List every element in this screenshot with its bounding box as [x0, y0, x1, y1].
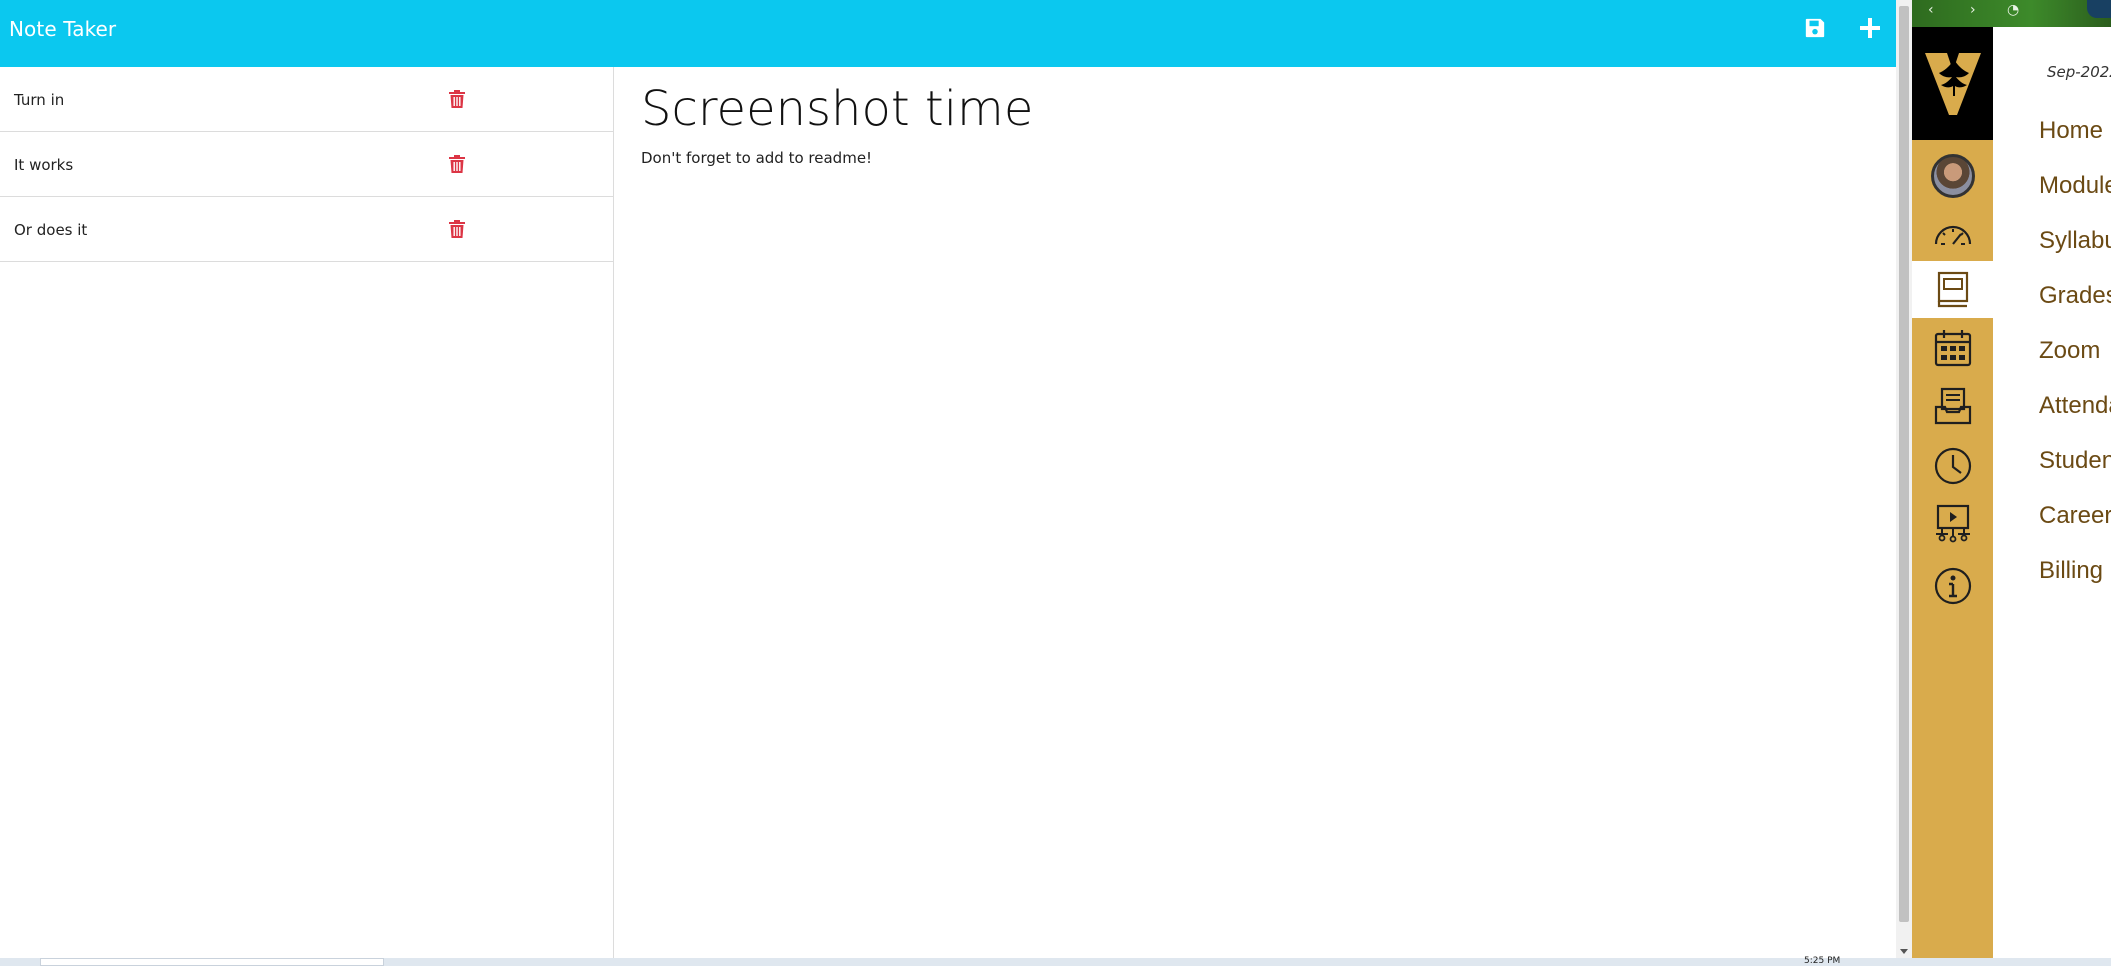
account-avatar[interactable] — [1912, 147, 1993, 204]
course-term: Sep-2022 — [2047, 63, 2111, 81]
course-link-attendance[interactable]: Attendance — [2039, 392, 2111, 420]
course-link-home[interactable]: Home — [2039, 117, 2103, 145]
course-link-student[interactable]: Student — [2039, 447, 2111, 475]
course-link-modules[interactable]: Modules — [2039, 172, 2111, 200]
history-icon[interactable] — [1912, 437, 1993, 494]
taskbar: 5:25 PM — [0, 956, 2111, 966]
scrollbar[interactable] — [1896, 0, 1912, 958]
trash-icon[interactable] — [446, 88, 468, 110]
course-link-zoom[interactable]: Zoom — [2039, 337, 2100, 365]
note-title: Or does it — [14, 221, 88, 239]
help-icon[interactable] — [1912, 557, 1993, 614]
note-title: It works — [14, 156, 74, 174]
scroll-down-icon[interactable] — [1900, 949, 1908, 954]
taskbar-search[interactable] — [40, 958, 384, 966]
course-link-billing[interactable]: Billing — [2039, 557, 2103, 585]
profile-badge[interactable] — [2087, 0, 2111, 18]
trash-icon[interactable] — [446, 153, 468, 175]
note-list: Turn in It works Or does it — [0, 67, 614, 958]
note-title: Turn in — [14, 91, 65, 109]
back-icon[interactable]: ‹ — [1928, 2, 1934, 18]
trash-icon[interactable] — [446, 218, 468, 240]
lms-window: ‹ › ◔ Sep-202 Home Modul Syllab Grades Z… — [1912, 0, 2111, 958]
list-item[interactable]: Turn in — [0, 67, 613, 132]
vanderbilt-logo[interactable] — [1912, 27, 1993, 140]
inbox-icon[interactable] — [1912, 377, 1993, 434]
list-item[interactable]: Or does it — [0, 197, 613, 262]
save-icon[interactable] — [1801, 14, 1829, 42]
global-nav — [1912, 27, 1993, 958]
list-item[interactable]: It works — [0, 132, 613, 197]
scrollbar-thumb[interactable] — [1899, 6, 1909, 922]
course-nav: Sep-2022 Home Modules Syllabus Grades Zo… — [1993, 27, 2111, 958]
note-title-input[interactable]: Screenshot time — [641, 81, 1033, 137]
note-text-area[interactable]: Don't forget to add to readme! — [641, 149, 872, 167]
avatar — [1930, 153, 1975, 198]
info-icon[interactable]: ◔ — [2007, 2, 2019, 18]
plus-icon[interactable] — [1856, 14, 1884, 42]
courses-icon[interactable] — [1912, 261, 1993, 318]
navbar: Note Taker — [0, 0, 1896, 67]
browser-toolbar: ‹ › ◔ — [1912, 0, 2111, 27]
note-editor: Screenshot time Don't forget to add to r… — [615, 67, 1896, 958]
app-brand[interactable]: Note Taker — [9, 17, 116, 41]
studio-icon[interactable] — [1912, 495, 1993, 552]
calendar-icon[interactable] — [1912, 319, 1993, 376]
dashboard-icon[interactable] — [1912, 203, 1993, 260]
taskbar-clock[interactable]: 5:25 PM — [1804, 956, 1840, 966]
forward-icon[interactable]: › — [1970, 2, 1976, 18]
course-link-grades[interactable]: Grades — [2039, 282, 2111, 310]
note-taker-window: Note Taker Turn in It works Or does it S… — [0, 0, 1896, 958]
course-link-career[interactable]: Career — [2039, 502, 2111, 530]
course-link-syllabus[interactable]: Syllabus — [2039, 227, 2111, 255]
